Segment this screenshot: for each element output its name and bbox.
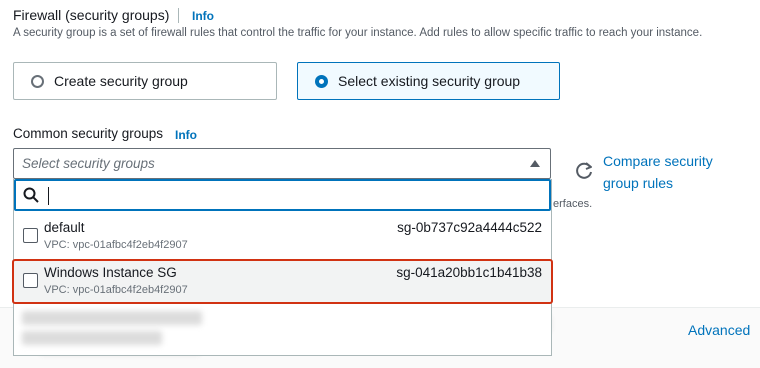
security-groups-select[interactable]: Select security groups xyxy=(13,148,551,179)
highlight-annotation xyxy=(12,259,553,304)
select-placeholder: Select security groups xyxy=(22,156,155,171)
create-security-group-label: Create security group xyxy=(54,73,188,89)
compare-security-group-rules-link[interactable]: Compare security group rules xyxy=(603,150,743,194)
firewall-info-link[interactable]: Info xyxy=(192,9,214,23)
option-sg-id: sg-0b737c92a4444c522 xyxy=(397,220,542,235)
select-existing-label: Select existing security group xyxy=(338,73,521,89)
create-security-group-option[interactable]: Create security group xyxy=(13,62,277,100)
caret-up-icon[interactable] xyxy=(530,160,540,167)
common-security-groups-label: Common security groups xyxy=(13,126,164,141)
option-vpc: VPC: vpc-01afbc4f2eb4f2907 xyxy=(44,239,188,251)
refresh-icon[interactable] xyxy=(573,160,595,182)
common-security-groups-info-link[interactable]: Info xyxy=(175,128,197,142)
radio-unselected[interactable] xyxy=(31,74,44,88)
text-cursor xyxy=(48,187,49,205)
search-input[interactable] xyxy=(14,179,551,211)
advanced-link[interactable]: Advanced xyxy=(688,322,750,338)
firewall-title: Firewall (security groups) xyxy=(13,7,170,23)
select-existing-security-group-option[interactable]: Select existing security group xyxy=(297,62,560,100)
firewall-description: A security group is a set of firewall ru… xyxy=(13,27,703,39)
radio-selected[interactable] xyxy=(315,74,328,88)
blurred-content xyxy=(22,311,202,325)
checkbox[interactable] xyxy=(23,228,38,243)
obscured-helper-text: erfaces. xyxy=(553,198,593,210)
search-icon xyxy=(23,187,39,203)
security-group-option-default[interactable]: default VPC: vpc-01afbc4f2eb4f2907 sg-0b… xyxy=(14,215,551,257)
blurred-content xyxy=(22,331,162,345)
option-name: default xyxy=(44,220,85,235)
title-divider xyxy=(178,8,179,23)
